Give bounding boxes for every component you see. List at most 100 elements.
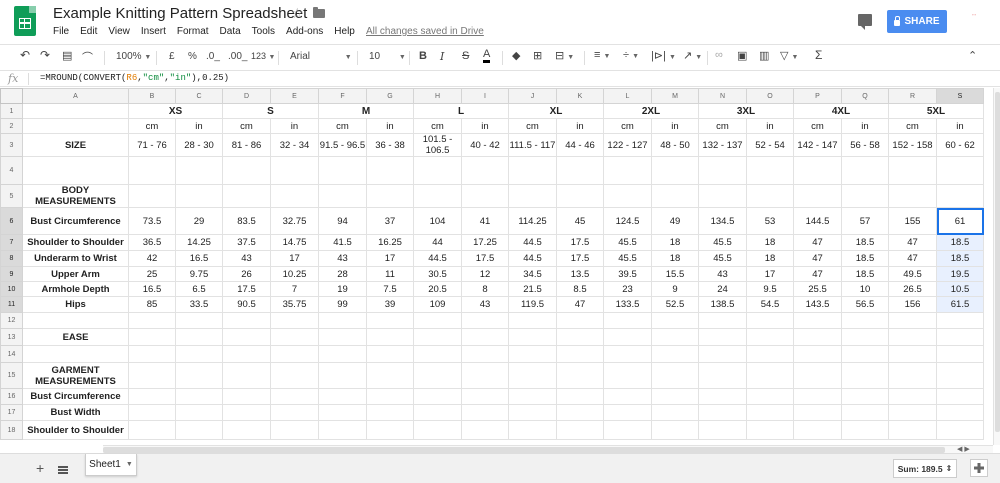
- empty-cell[interactable]: [175, 328, 223, 346]
- unit-cell[interactable]: cm: [793, 118, 842, 134]
- empty-cell[interactable]: [461, 328, 509, 346]
- measurement-value-cell[interactable]: 155: [888, 207, 937, 235]
- cell-a2[interactable]: [22, 118, 129, 134]
- empty-cell[interactable]: [651, 184, 699, 208]
- empty-cell[interactable]: [556, 420, 604, 440]
- folder-icon[interactable]: [313, 7, 325, 18]
- empty-cell[interactable]: [603, 328, 652, 346]
- empty-cell[interactable]: [508, 328, 557, 346]
- empty-cell[interactable]: [128, 156, 176, 185]
- empty-cell[interactable]: [222, 184, 271, 208]
- measurement-value-cell[interactable]: 19: [318, 281, 367, 297]
- measurement-value-cell[interactable]: 32.75: [270, 207, 319, 235]
- empty-cell[interactable]: [651, 388, 699, 405]
- empty-cell[interactable]: [222, 420, 271, 440]
- measurement-label[interactable]: Bust Circumference: [22, 207, 129, 235]
- empty-cell[interactable]: [936, 328, 984, 346]
- measurement-label[interactable]: Armhole Depth: [22, 281, 129, 297]
- size-range-cell[interactable]: 152 - 158: [888, 133, 937, 157]
- empty-cell[interactable]: [270, 404, 319, 421]
- measurement-value-cell[interactable]: 57: [841, 207, 889, 235]
- font-select[interactable]: Arial ▼: [290, 51, 352, 62]
- filter-icon[interactable]: ▽ ▼: [780, 49, 798, 62]
- unit-cell[interactable]: in: [841, 118, 889, 134]
- insert-comment-icon[interactable]: ▣: [737, 49, 747, 62]
- empty-cell[interactable]: [461, 312, 509, 329]
- menu-edit[interactable]: Edit: [80, 26, 97, 37]
- empty-cell[interactable]: [698, 184, 747, 208]
- empty-cell[interactable]: [270, 345, 319, 363]
- measurement-value-cell[interactable]: 43: [698, 266, 747, 282]
- measurement-value-cell[interactable]: 29: [175, 207, 223, 235]
- menu-help[interactable]: Help: [334, 26, 355, 37]
- row-header-13[interactable]: 13: [0, 328, 23, 346]
- empty-cell[interactable]: [651, 345, 699, 363]
- empty-cell[interactable]: [318, 404, 367, 421]
- size-header-m[interactable]: M: [318, 103, 414, 119]
- measurement-value-cell[interactable]: 49.5: [888, 266, 937, 282]
- vertical-align-icon[interactable]: ÷ ▼: [623, 49, 639, 61]
- empty-cell[interactable]: [841, 328, 889, 346]
- empty-cell[interactable]: [175, 388, 223, 405]
- measurement-value-cell[interactable]: 11: [366, 266, 414, 282]
- empty-cell[interactable]: [222, 156, 271, 185]
- empty-cell[interactable]: [936, 388, 984, 405]
- empty-cell[interactable]: [841, 312, 889, 329]
- empty-cell[interactable]: [270, 328, 319, 346]
- measurement-value-cell[interactable]: 114.25: [508, 207, 557, 235]
- measurement-value-cell[interactable]: 83.5: [222, 207, 271, 235]
- measurement-value-cell[interactable]: 45.5: [603, 250, 652, 267]
- increase-decimals-button[interactable]: .00_: [228, 51, 247, 62]
- measurement-value-cell[interactable]: 41: [461, 207, 509, 235]
- empty-cell[interactable]: [603, 156, 652, 185]
- measurement-value-cell[interactable]: 44.5: [508, 250, 557, 267]
- strikethrough-button[interactable]: S: [462, 50, 469, 62]
- empty-cell[interactable]: [936, 184, 984, 208]
- empty-cell[interactable]: [651, 328, 699, 346]
- horizontal-align-icon[interactable]: ≡ ▼: [594, 49, 610, 61]
- empty-cell[interactable]: [366, 156, 414, 185]
- empty-cell[interactable]: [366, 328, 414, 346]
- empty-cell[interactable]: [318, 420, 367, 440]
- measurement-value-cell[interactable]: 43: [318, 250, 367, 267]
- ease-label[interactable]: EASE: [22, 328, 129, 346]
- empty-cell[interactable]: [366, 312, 414, 329]
- empty-cell[interactable]: [222, 312, 271, 329]
- size-range-cell[interactable]: 28 - 30: [175, 133, 223, 157]
- empty-cell[interactable]: [270, 388, 319, 405]
- unit-cell[interactable]: in: [366, 118, 414, 134]
- empty-cell[interactable]: [698, 420, 747, 440]
- empty-cell[interactable]: [556, 345, 604, 363]
- empty-cell[interactable]: [175, 156, 223, 185]
- empty-cell[interactable]: [318, 312, 367, 329]
- paint-format-icon[interactable]: ⌒: [82, 49, 93, 65]
- empty-cell[interactable]: [461, 184, 509, 208]
- empty-cell[interactable]: [175, 362, 223, 389]
- measurement-value-cell[interactable]: 33.5: [175, 296, 223, 313]
- measurement-value-cell[interactable]: 35.75: [270, 296, 319, 313]
- unit-cell[interactable]: in: [175, 118, 223, 134]
- measurement-value-cell[interactable]: 44.5: [508, 234, 557, 251]
- empty-cell[interactable]: [888, 388, 937, 405]
- empty-cell[interactable]: [888, 404, 937, 421]
- measurement-value-cell[interactable]: 10.5: [936, 281, 984, 297]
- measurement-value-cell[interactable]: 15.5: [651, 266, 699, 282]
- empty-cell[interactable]: [556, 312, 604, 329]
- empty-cell[interactable]: [841, 362, 889, 389]
- measurement-value-cell[interactable]: 73.5: [128, 207, 176, 235]
- measurement-value-cell[interactable]: 144.5: [793, 207, 842, 235]
- chevron-down-icon[interactable]: ▼: [126, 461, 133, 468]
- empty-cell[interactable]: [936, 156, 984, 185]
- empty-cell[interactable]: [793, 345, 842, 363]
- empty-cell[interactable]: [793, 184, 842, 208]
- comments-icon[interactable]: [858, 14, 872, 30]
- formula-input[interactable]: =MROUND(CONVERT(R6,"cm","in"),0.25): [40, 73, 229, 83]
- empty-cell[interactable]: [413, 345, 462, 363]
- borders-icon[interactable]: ⊞: [533, 49, 542, 62]
- measurement-label[interactable]: Underarm to Wrist: [22, 250, 129, 267]
- size-range-cell[interactable]: 32 - 34: [270, 133, 319, 157]
- empty-cell[interactable]: [603, 420, 652, 440]
- vertical-scrollbar[interactable]: [993, 88, 1000, 445]
- measurement-value-cell[interactable]: 47: [888, 234, 937, 251]
- measurement-value-cell[interactable]: 18.5: [841, 266, 889, 282]
